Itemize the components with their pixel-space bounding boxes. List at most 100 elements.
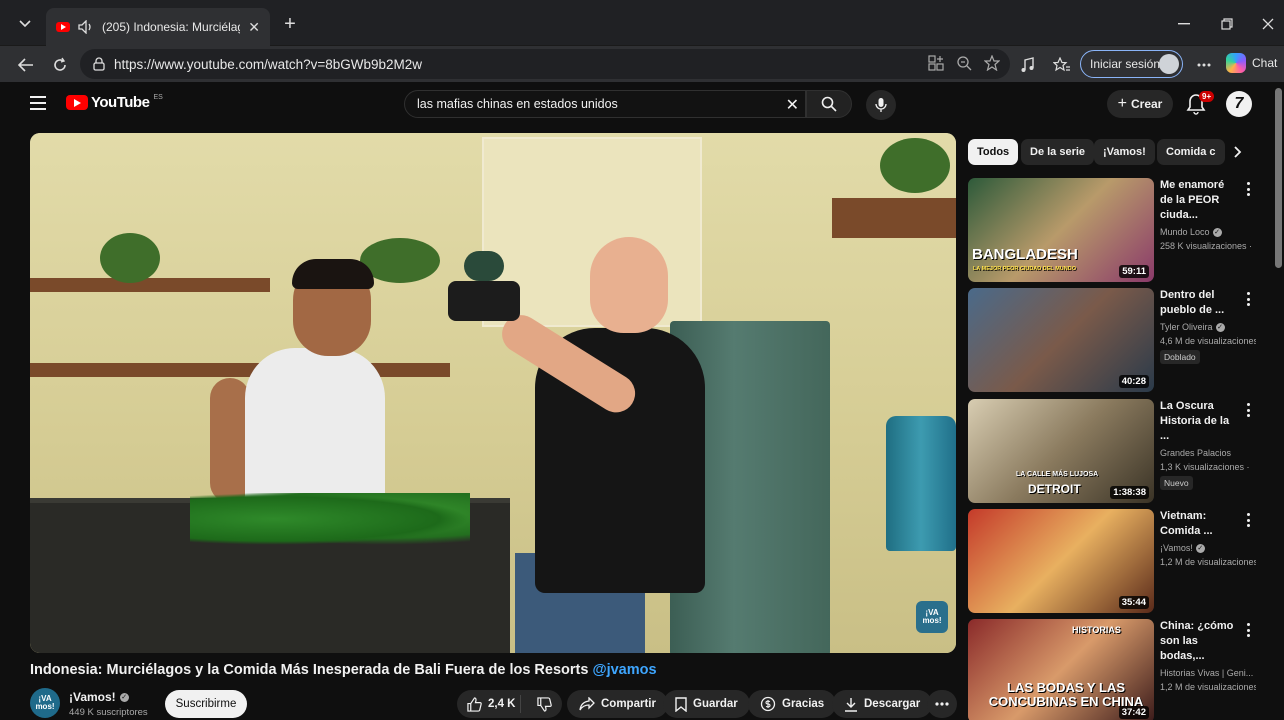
channel-avatar[interactable]: ¡VA mos!	[30, 688, 60, 718]
address-bar-actions	[928, 55, 1000, 71]
bookmark-icon	[675, 696, 687, 712]
share-icon	[579, 697, 595, 711]
read-aloud-button[interactable]	[1016, 53, 1040, 77]
chip-3[interactable]: ¡Vamos!	[1094, 139, 1155, 165]
browser-menu-button[interactable]	[1192, 53, 1216, 77]
page-scrollbar[interactable]	[1275, 88, 1282, 268]
subscribe-button[interactable]: Suscribirme	[165, 690, 247, 718]
apps-icon[interactable]	[928, 55, 944, 71]
video-duration: 59:11	[1119, 265, 1149, 278]
channel-watermark[interactable]: ¡VA mos!	[916, 601, 948, 633]
more-vertical-icon[interactable]	[1245, 403, 1251, 417]
chips-next-button[interactable]	[1228, 142, 1248, 162]
clear-search-icon[interactable]: ✕	[786, 95, 799, 115]
more-vertical-icon[interactable]	[1245, 623, 1251, 637]
verified-icon: ✓	[1212, 227, 1222, 237]
video-player[interactable]: ¡VA mos!	[30, 133, 956, 653]
browser-tab[interactable]: (205) Indonesia: Murciélagos y ✕	[46, 8, 270, 46]
country-code: ES	[153, 94, 163, 101]
restore-button[interactable]	[1215, 14, 1239, 34]
recommendation-channel[interactable]: Grandes Palacios	[1160, 448, 1256, 458]
user-avatar[interactable]: 7	[1226, 91, 1252, 117]
video-duration: 1:38:38	[1110, 486, 1149, 499]
microphone-icon	[875, 98, 887, 112]
video-thumbnail[interactable]: DETROIT LA CALLE MÁS LUJOSA 1:38:38	[968, 399, 1154, 503]
voice-search-button[interactable]	[866, 90, 896, 120]
thumbnail-caption: LAS BODAS Y LAS CONCUBINAS EN CHINA	[988, 680, 1144, 709]
recommendation-title[interactable]: La Oscura Historia de la ...	[1160, 399, 1238, 444]
recommendation-card[interactable]: 40:28 Dentro del pueblo de ... Tyler Olive…	[968, 288, 1258, 392]
recommendation-card[interactable]: DETROIT LA CALLE MÁS LUJOSA 1:38:38 La Oscu…	[968, 399, 1258, 503]
video-shelf	[30, 278, 270, 292]
signin-button[interactable]: Iniciar sesión	[1080, 50, 1183, 78]
recommendation-channel[interactable]: ¡Vamos! ✓	[1160, 543, 1256, 553]
save-button[interactable]: Guardar	[663, 690, 750, 718]
recommendation-card[interactable]: BANGLADESH LA MEJOR PEOR CIUDAD DEL MUNDO…	[968, 178, 1258, 282]
thanks-button[interactable]: Gracias	[748, 690, 837, 718]
reload-button[interactable]	[48, 53, 72, 77]
chevron-right-icon	[1234, 146, 1242, 158]
more-vertical-icon[interactable]	[1245, 182, 1251, 196]
recommendation-card[interactable]: 35:44 Vietnam: Comida ... ¡Vamos! ✓ 1,2 M de…	[968, 509, 1258, 613]
filter-chips: Todos De la serie ¡Vamos! Comida c	[968, 139, 1248, 165]
recommendation-channel-name: Historias Vivas | Geni...	[1160, 668, 1254, 678]
tab-close-icon[interactable]: ✕	[248, 19, 260, 36]
youtube-logo[interactable]: YouTube ES	[66, 94, 163, 111]
video-thumbnail[interactable]: 40:28	[968, 288, 1154, 392]
favorites-button[interactable]	[1050, 53, 1074, 77]
hamburger-menu-icon[interactable]	[30, 96, 46, 110]
video-person	[245, 348, 385, 513]
favorite-star-icon[interactable]	[984, 55, 1000, 71]
chip-2[interactable]: De la serie	[1021, 139, 1095, 165]
video-greens	[190, 493, 470, 545]
reload-icon	[54, 57, 66, 71]
recommendation-title[interactable]: Dentro del pueblo de ...	[1160, 288, 1238, 318]
like-button[interactable]: 2,4 K	[457, 695, 521, 713]
recommendation-meta: China: ¿cómo son las bodas,... Historias …	[1160, 619, 1256, 692]
recommendation-title[interactable]: China: ¿cómo son las bodas,...	[1160, 619, 1238, 664]
tab-list-button[interactable]	[12, 11, 38, 37]
copilot-chat-button[interactable]: Chat	[1226, 53, 1277, 73]
address-bar[interactable]: https://www.youtube.com/watch?v=8bGWb9b2…	[80, 49, 1010, 79]
video-shelf	[30, 363, 450, 377]
channel-name[interactable]: ¡Vamos! ✓	[69, 690, 129, 704]
minimize-icon	[1178, 23, 1190, 25]
download-button[interactable]: Descargar	[832, 690, 933, 718]
recommendation-channel[interactable]: Tyler Oliveira ✓	[1160, 322, 1256, 332]
recommendation-meta: Dentro del pueblo de ... Tyler Oliveira ✓ 4…	[1160, 288, 1256, 365]
channel-handle-link[interactable]: @jvamos	[592, 662, 656, 678]
recommendation-title[interactable]: Vietnam: Comida ...	[1160, 509, 1238, 539]
create-button[interactable]: + Crear	[1107, 90, 1173, 118]
arrow-left-icon	[18, 58, 33, 72]
new-tab-button[interactable]: +	[280, 13, 300, 35]
zoom-icon[interactable]	[956, 55, 972, 71]
thumbs-down-icon	[537, 696, 552, 712]
site-info-icon[interactable]	[92, 57, 106, 71]
recommendation-channel[interactable]: Mundo Loco ✓	[1160, 227, 1256, 237]
verified-icon: ✓	[1195, 543, 1205, 553]
recommendation-channel[interactable]: Historias Vivas | Geni...	[1160, 668, 1256, 678]
signin-label: Iniciar sesión	[1090, 57, 1161, 71]
speaker-icon[interactable]	[78, 20, 94, 34]
chip-4[interactable]: Comida c	[1157, 139, 1225, 165]
recommendation-title[interactable]: Me enamoré de la PEOR ciuda...	[1160, 178, 1238, 223]
video-thumbnail[interactable]: HISTORIAS LAS BODAS Y LAS CONCUBINAS EN C…	[968, 619, 1154, 720]
more-actions-button[interactable]	[927, 690, 957, 718]
subscriber-count: 449 K suscriptores	[69, 707, 148, 718]
share-button[interactable]: Compartir	[567, 690, 668, 718]
more-vertical-icon[interactable]	[1245, 513, 1251, 527]
more-vertical-icon[interactable]	[1245, 292, 1251, 306]
more-horizontal-icon	[935, 702, 949, 706]
thumbnail-caption: DETROIT	[1028, 482, 1081, 496]
chip-1[interactable]: Todos	[968, 139, 1019, 165]
recommendation-card[interactable]: HISTORIAS LAS BODAS Y LAS CONCUBINAS EN C…	[968, 619, 1258, 720]
search-input[interactable]: las mafias chinas en estados unidos ✕	[404, 90, 806, 118]
minimize-button[interactable]	[1172, 14, 1196, 34]
search-button[interactable]	[806, 90, 852, 118]
channel-name-text: ¡Vamos!	[69, 690, 116, 704]
back-button[interactable]	[14, 53, 38, 77]
video-thumbnail[interactable]: 35:44	[968, 509, 1154, 613]
dislike-button[interactable]	[527, 696, 562, 712]
video-thumbnail[interactable]: BANGLADESH LA MEJOR PEOR CIUDAD DEL MUNDO…	[968, 178, 1154, 282]
close-window-button[interactable]	[1256, 14, 1280, 34]
